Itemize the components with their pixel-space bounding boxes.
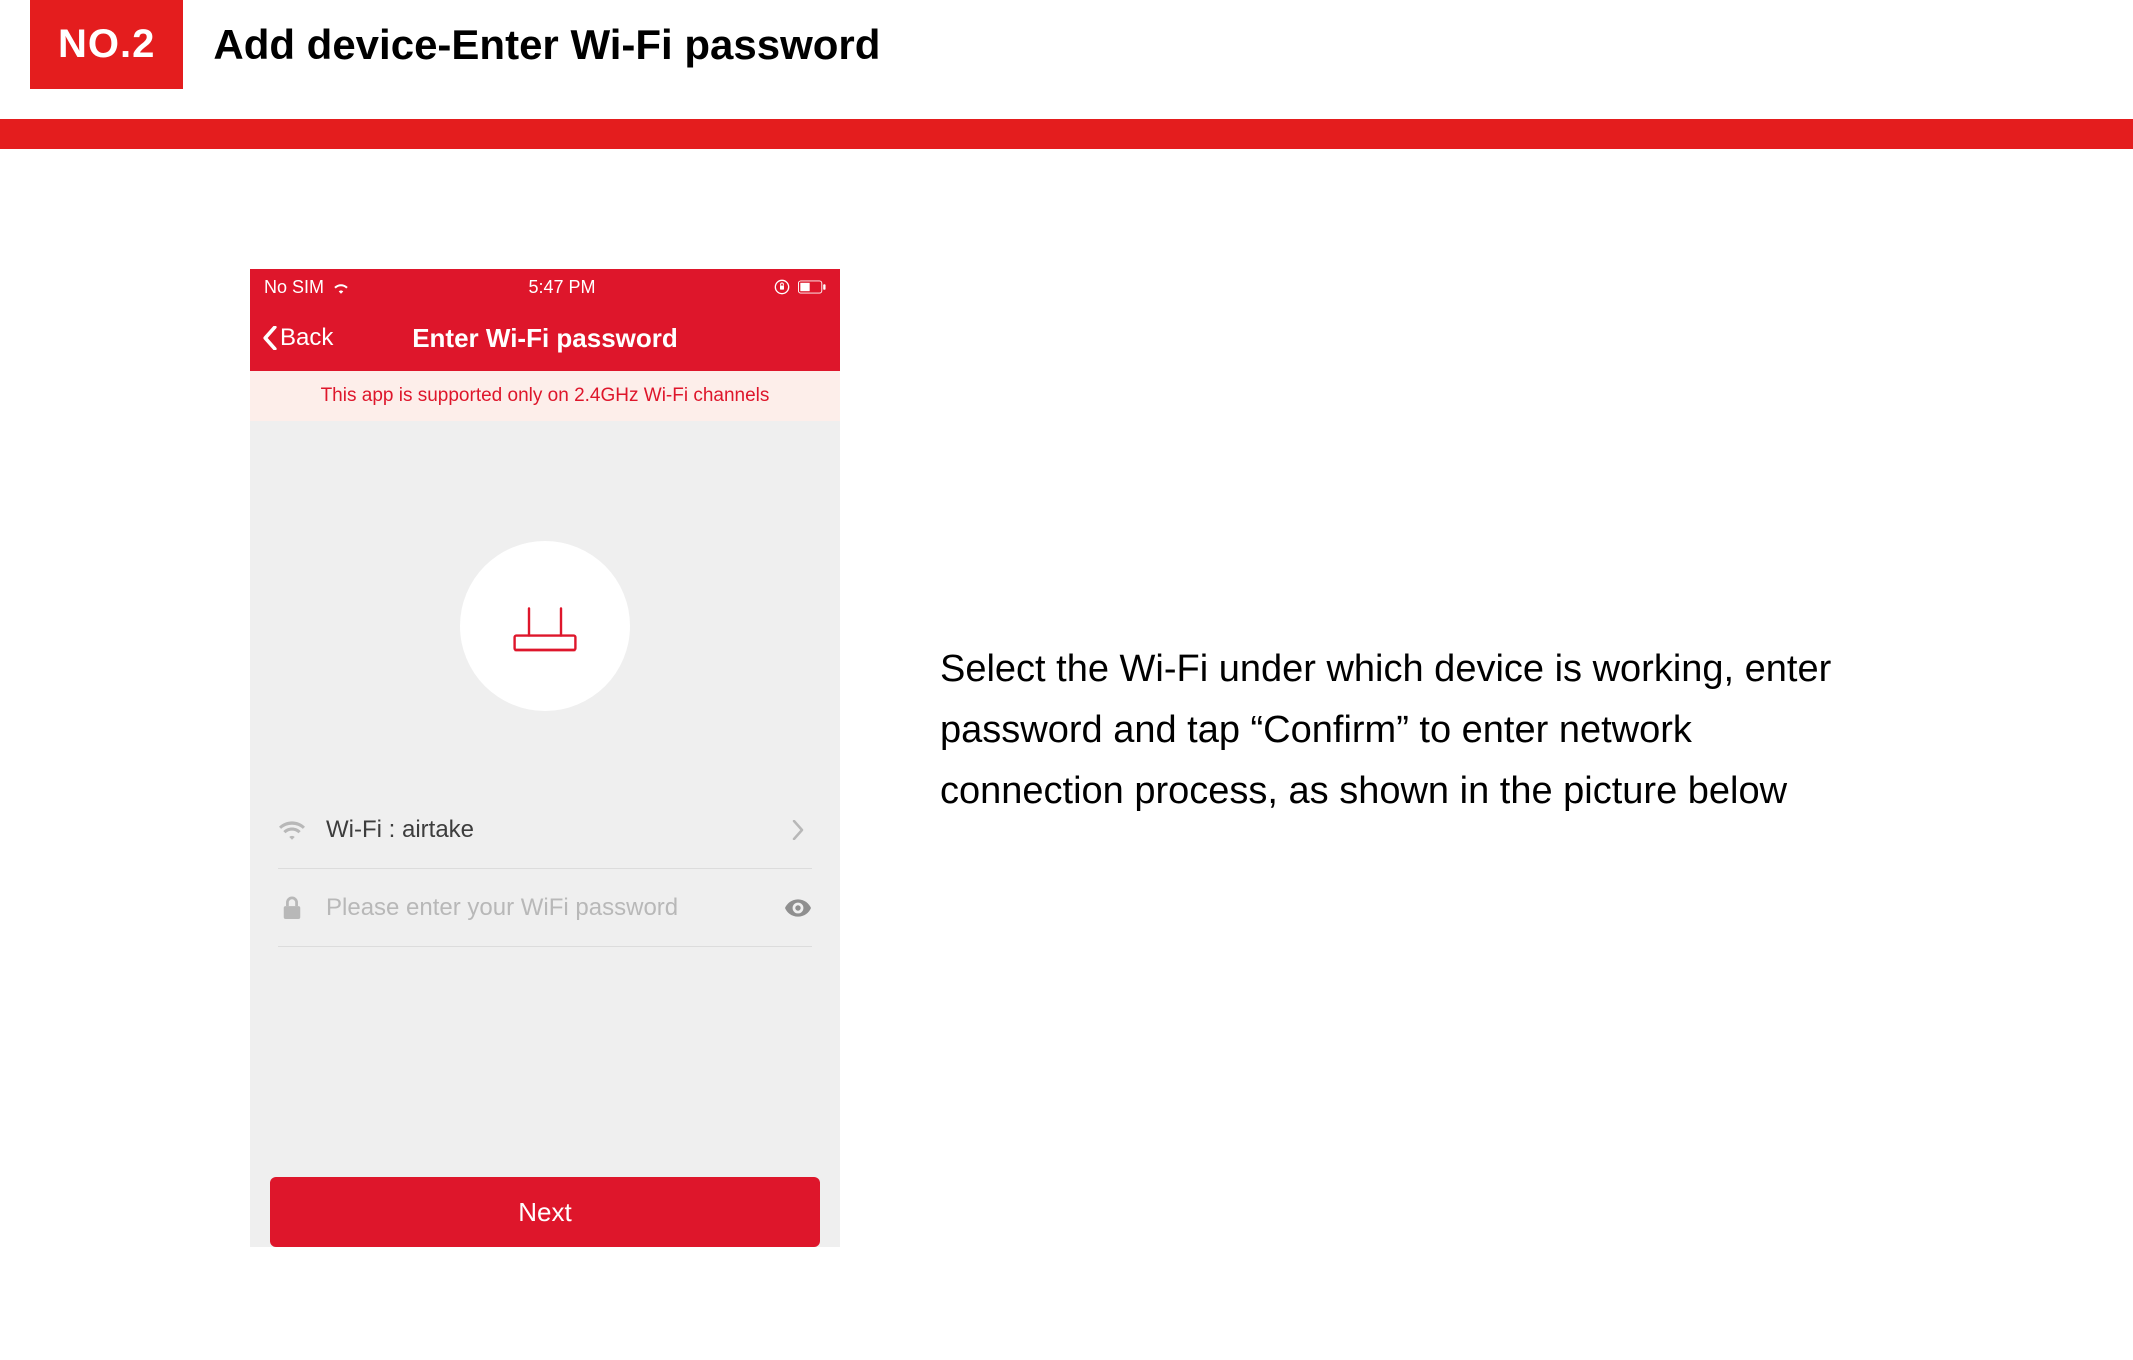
nav-bar: Back Enter Wi-Fi password <box>250 305 840 371</box>
battery-icon <box>798 280 826 294</box>
info-banner: This app is supported only on 2.4GHz Wi-… <box>250 371 840 421</box>
phone-mockup: No SIM 5:47 PM <box>250 269 840 1247</box>
status-time: 5:47 PM <box>528 277 595 298</box>
status-right <box>774 279 826 295</box>
lock-icon <box>278 894 306 922</box>
back-button[interactable]: Back <box>250 324 333 352</box>
password-input[interactable] <box>326 894 764 922</box>
orientation-lock-icon <box>774 279 790 295</box>
wifi-icon <box>278 816 306 844</box>
wifi-signal-icon <box>332 280 350 294</box>
page-title: Add device-Enter Wi-Fi password <box>213 21 880 69</box>
back-label: Back <box>280 324 333 352</box>
fields-group: Wi-Fi : airtake <box>250 791 840 947</box>
status-bar: No SIM 5:47 PM <box>250 269 840 305</box>
chevron-left-icon <box>262 326 278 350</box>
router-illustration-wrap <box>250 421 840 791</box>
status-left: No SIM <box>264 277 350 298</box>
toggle-password-visibility[interactable] <box>784 894 812 922</box>
divider-bar <box>0 119 2133 149</box>
password-row <box>278 869 812 947</box>
nav-title: Enter Wi-Fi password <box>250 323 840 354</box>
eye-icon <box>785 899 811 917</box>
wifi-select-row[interactable]: Wi-Fi : airtake <box>278 791 812 869</box>
carrier-text: No SIM <box>264 277 324 298</box>
router-illustration <box>460 541 630 711</box>
wifi-name-label: Wi-Fi : airtake <box>326 816 764 844</box>
content-row: No SIM 5:47 PM <box>0 269 2133 1247</box>
router-icon <box>505 586 585 666</box>
chevron-right-icon <box>784 816 812 844</box>
step-number-badge: NO.2 <box>30 0 183 89</box>
page-header: NO.2 Add device-Enter Wi-Fi password <box>0 0 2133 89</box>
next-button[interactable]: Next <box>270 1177 820 1247</box>
step-description: Select the Wi-Fi under which device is w… <box>940 639 1840 821</box>
